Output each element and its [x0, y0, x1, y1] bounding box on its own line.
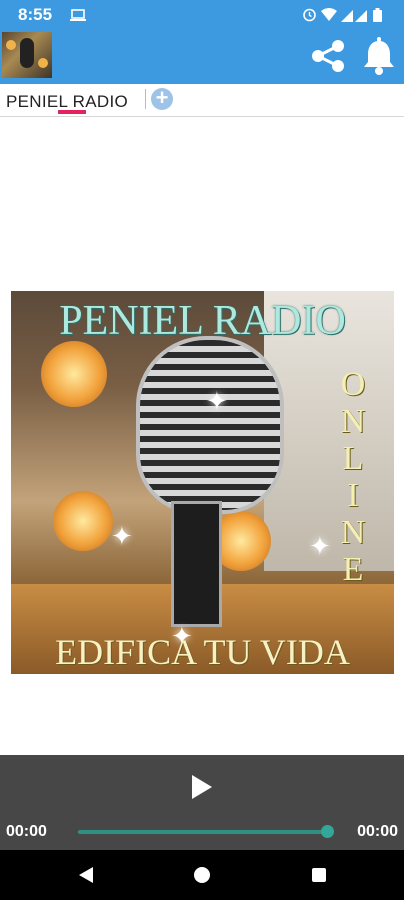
- play-button[interactable]: [190, 774, 214, 800]
- seek-bar[interactable]: [78, 830, 328, 834]
- status-icons: [302, 7, 382, 27]
- cover-online-text: O N L I N E: [340, 366, 366, 588]
- elapsed-time: 00:00: [6, 823, 47, 840]
- bell-icon: [364, 37, 394, 75]
- app-toolbar: [0, 30, 404, 84]
- share-icon: [312, 40, 344, 72]
- microphone-image: [136, 336, 284, 514]
- tab-strip: PENIEL RADIO +: [0, 84, 404, 117]
- back-icon[interactable]: [78, 866, 94, 889]
- laptop-icon: [70, 8, 86, 26]
- home-icon[interactable]: [194, 867, 210, 883]
- alarm-icon: [302, 7, 317, 27]
- tab-indicator: [58, 110, 86, 114]
- share-button[interactable]: [308, 36, 348, 76]
- wifi-icon: [321, 7, 337, 27]
- signal-icon: [341, 8, 369, 27]
- duration-time: 00:00: [357, 823, 398, 840]
- cover-title: PENIEL RADIO: [59, 298, 346, 344]
- cover-slogan: EDIFICA TU VIDA: [55, 632, 350, 672]
- notifications-button[interactable]: [360, 36, 398, 76]
- system-nav-bar: [0, 850, 404, 900]
- audio-player: 00:00 00:00: [0, 755, 404, 850]
- play-icon: [192, 775, 212, 799]
- recents-icon[interactable]: [312, 868, 326, 882]
- tab-divider: [145, 89, 146, 109]
- status-bar: 8:55: [0, 0, 404, 30]
- seek-thumb[interactable]: [321, 825, 334, 838]
- station-cover-art: ✦ ✦ ✦ ✦ PENIEL RADIO O N L I N E EDIFICA…: [11, 291, 394, 674]
- add-icon[interactable]: +: [151, 87, 173, 110]
- tab-peniel-radio[interactable]: PENIEL RADIO: [6, 92, 128, 112]
- battery-icon: [373, 7, 382, 27]
- status-time: 8:55: [18, 5, 53, 24]
- app-logo: [2, 32, 52, 78]
